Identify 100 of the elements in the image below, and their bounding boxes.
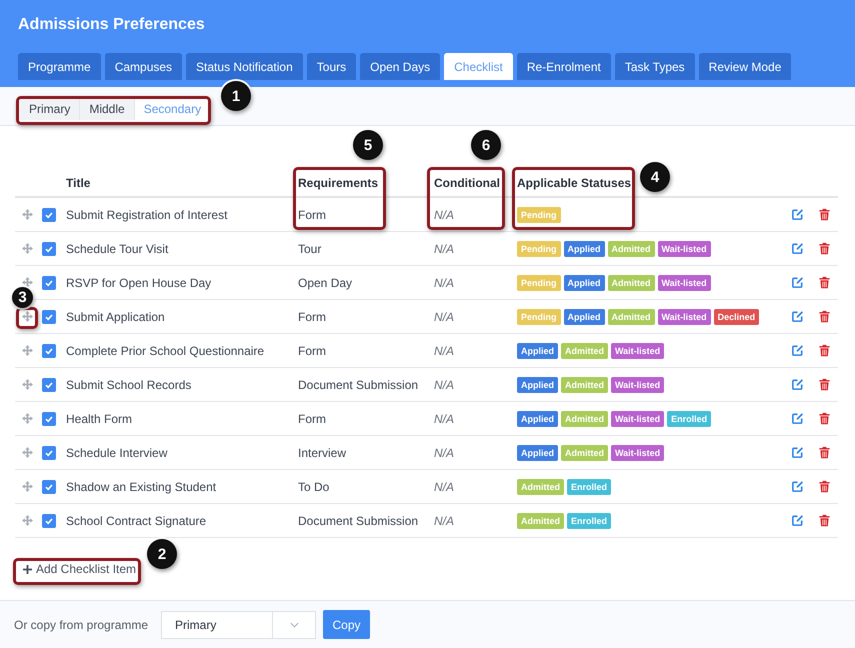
conditional-cell-text: N/A xyxy=(434,480,456,494)
trash-icon[interactable] xyxy=(818,514,831,527)
status-badge: Admitted xyxy=(561,376,608,392)
callout-number: 2 xyxy=(147,539,177,569)
status-badge: Applied xyxy=(564,274,604,290)
status-badge: Admitted xyxy=(608,274,654,290)
status-badge: Applied xyxy=(564,240,604,256)
trash-icon[interactable] xyxy=(818,276,831,289)
edit-icon[interactable] xyxy=(791,412,804,425)
edit-icon[interactable] xyxy=(791,446,804,459)
title-cell-text: School Contract Signature xyxy=(66,514,208,528)
title-cell-text: Submit Application xyxy=(66,310,166,324)
checkbox[interactable] xyxy=(42,412,56,426)
tab[interactable]: Checklist xyxy=(444,53,513,80)
requirement-cell-text: Form xyxy=(298,412,327,426)
check-icon xyxy=(44,278,54,288)
conditional-cell-text: N/A xyxy=(434,208,456,222)
drag-handle-icon[interactable] xyxy=(22,209,33,220)
status-badge: Enrolled xyxy=(567,512,612,528)
edit-icon[interactable] xyxy=(791,310,804,323)
title-cell-text: Health Form xyxy=(66,412,134,426)
drag-handle-icon[interactable] xyxy=(22,243,33,254)
conditional-cell-text: N/A xyxy=(434,276,456,290)
checkbox[interactable] xyxy=(42,208,56,222)
check-icon xyxy=(44,312,54,322)
status-badge: Wait-listed xyxy=(611,444,664,460)
edit-icon[interactable] xyxy=(791,276,804,289)
title-cell-text: RSVP for Open House Day xyxy=(66,276,212,290)
check-icon xyxy=(44,210,54,220)
checkbox[interactable] xyxy=(42,344,56,358)
drag-handle-icon[interactable] xyxy=(22,413,33,424)
copy-button[interactable]: Copy xyxy=(323,610,370,639)
status-badge: Pending xyxy=(517,308,560,324)
status-badge: Declined xyxy=(714,308,760,324)
trash-icon[interactable] xyxy=(818,412,831,425)
edit-icon[interactable] xyxy=(791,514,804,527)
trash-icon[interactable] xyxy=(818,242,831,255)
requirement-cell-text: Form xyxy=(298,344,327,358)
tab[interactable]: Campuses xyxy=(104,53,182,80)
trash-icon[interactable] xyxy=(818,480,831,493)
title-cell-text: Submit School Records xyxy=(66,378,192,392)
conditional-cell-text: N/A xyxy=(434,242,456,256)
tab[interactable]: Task Types xyxy=(614,53,695,80)
edit-icon[interactable] xyxy=(791,344,804,357)
requirement-cell-text: Form xyxy=(298,208,327,222)
sub-tab[interactable]: Primary xyxy=(20,97,80,120)
checkbox[interactable] xyxy=(42,480,56,494)
title-cell-text: Submit Registration of Interest xyxy=(66,208,228,222)
status-badge: Admitted xyxy=(561,342,608,358)
edit-icon[interactable] xyxy=(791,208,804,221)
trash-icon[interactable] xyxy=(818,344,831,357)
copy-label: Or copy from programme xyxy=(14,618,150,632)
status-badge: Applied xyxy=(517,410,558,426)
tab[interactable]: Status Notification xyxy=(186,53,303,80)
drag-handle-icon[interactable] xyxy=(22,481,33,492)
drag-handle-icon[interactable] xyxy=(22,379,33,390)
status-badge: Admitted xyxy=(608,240,654,256)
conditional-cell-text: N/A xyxy=(434,344,456,358)
edit-icon[interactable] xyxy=(791,242,804,255)
trash-icon[interactable] xyxy=(818,446,831,459)
check-icon xyxy=(44,516,54,526)
tab[interactable]: Re-Enrolment xyxy=(516,53,611,80)
status-badge: Wait-listed xyxy=(658,308,711,324)
edit-icon[interactable] xyxy=(791,480,804,493)
plus-icon xyxy=(23,564,32,574)
trash-icon[interactable] xyxy=(818,378,831,391)
status-badge: Applied xyxy=(517,444,558,460)
tab[interactable]: Programme xyxy=(18,53,101,80)
trash-icon[interactable] xyxy=(818,208,831,221)
checkbox[interactable] xyxy=(42,514,56,528)
checkbox[interactable] xyxy=(42,276,56,290)
drag-handle-icon[interactable] xyxy=(22,447,33,458)
status-badge: Wait-listed xyxy=(611,376,664,392)
status-badge: Enrolled xyxy=(667,410,712,426)
sub-tab[interactable]: Middle xyxy=(80,97,135,120)
status-badge: Wait-listed xyxy=(658,274,711,290)
status-badge: Enrolled xyxy=(567,478,612,494)
edit-icon[interactable] xyxy=(791,378,804,391)
status-badge: Pending xyxy=(517,206,560,222)
drag-handle-icon[interactable] xyxy=(22,345,33,356)
check-icon xyxy=(44,448,54,458)
tab[interactable]: Open Days xyxy=(360,53,440,80)
drag-handle-icon[interactable] xyxy=(22,311,33,322)
column-header: Requirements xyxy=(298,176,378,190)
drag-handle-icon[interactable] xyxy=(22,515,33,526)
checkbox[interactable] xyxy=(42,310,56,324)
callout-number: 6 xyxy=(471,130,501,160)
trash-icon[interactable] xyxy=(818,310,831,323)
checkbox[interactable] xyxy=(42,378,56,392)
check-icon xyxy=(44,346,54,356)
checkbox[interactable] xyxy=(42,242,56,256)
tab[interactable]: Review Mode xyxy=(698,53,792,80)
callout-number: 5 xyxy=(353,130,383,160)
drag-handle-icon[interactable] xyxy=(22,277,33,288)
checkbox[interactable] xyxy=(42,446,56,460)
requirement-cell-text: To Do xyxy=(298,480,330,494)
status-badge: Pending xyxy=(517,240,560,256)
tab[interactable]: Tours xyxy=(306,53,356,80)
programme-select[interactable]: Primary xyxy=(161,610,316,638)
title-cell-text: Schedule Interview xyxy=(66,446,168,460)
